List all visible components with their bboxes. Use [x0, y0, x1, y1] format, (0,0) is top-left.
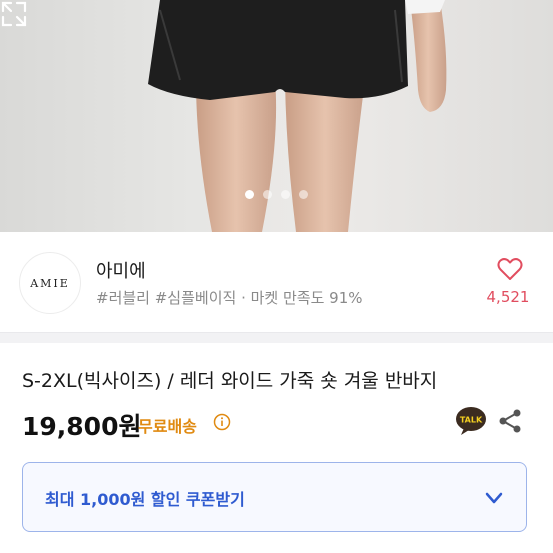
- pagination-dot[interactable]: [281, 190, 290, 199]
- chevron-down-icon: [485, 492, 503, 504]
- shop-logo[interactable]: AMIE: [19, 252, 81, 314]
- product-title: S-2XL(빅사이즈) / 레더 와이드 가죽 숏 겨울 반바지: [22, 370, 438, 392]
- kakao-talk-icon[interactable]: TALK: [455, 406, 487, 436]
- product-price: 19,800원: [22, 412, 142, 441]
- shop-tags: #러블리 #심플베이직 · 마켓 만족도 91%: [96, 289, 363, 307]
- product-image[interactable]: [0, 0, 553, 232]
- like-count: 4,521: [486, 288, 530, 306]
- shipping-badge: 무료배송: [138, 417, 197, 436]
- shop-info[interactable]: [0, 232, 553, 332]
- talk-label: TALK: [460, 416, 483, 425]
- info-icon[interactable]: [213, 413, 231, 431]
- coupon-button[interactable]: 최대 1,000원 할인 쿠폰받기: [22, 462, 527, 532]
- heart-icon[interactable]: [497, 257, 523, 281]
- share-icon[interactable]: [497, 408, 523, 434]
- pagination-dot[interactable]: [263, 190, 272, 199]
- coupon-label: 최대 1,000원 할인 쿠폰받기: [45, 490, 245, 509]
- pagination-dot[interactable]: [299, 190, 308, 199]
- section-divider: [0, 332, 553, 343]
- shop-name[interactable]: 아미에: [96, 257, 146, 283]
- pagination-dot[interactable]: [245, 190, 254, 199]
- gallery-pagination: [0, 190, 553, 199]
- expand-icon[interactable]: [0, 0, 28, 28]
